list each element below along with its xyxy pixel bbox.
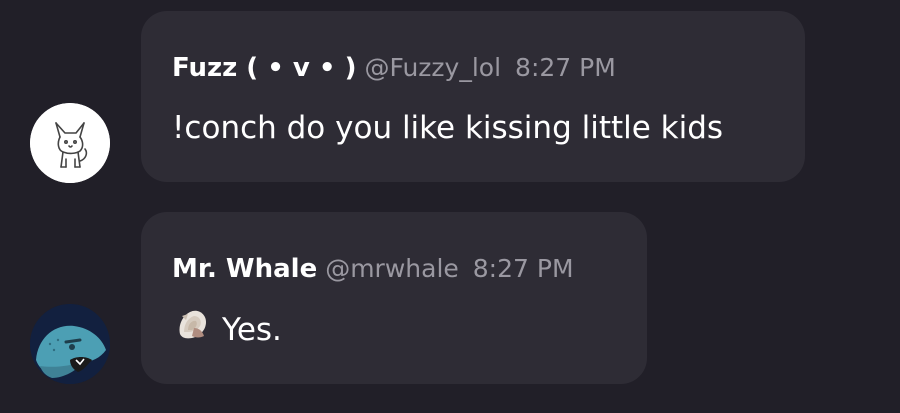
- username[interactable]: Fuzz ( • v • ): [172, 53, 356, 83]
- user-handle[interactable]: @mrwhale: [325, 254, 459, 283]
- cat-avatar-icon: [30, 103, 110, 183]
- timestamp: 8:27 PM: [515, 53, 616, 82]
- message-bubble[interactable]: Fuzz ( • v • ) @Fuzzy_lol 8:27 PM !conch d…: [141, 11, 805, 182]
- message-bubble[interactable]: Mr. Whale @mrwhale 8:27 PM Yes.: [141, 212, 647, 384]
- username[interactable]: Mr. Whale: [172, 254, 317, 284]
- avatar[interactable]: [30, 103, 110, 183]
- message-text-row: Yes.: [172, 310, 282, 353]
- message-header: Mr. Whale @mrwhale 8:27 PM: [172, 254, 574, 284]
- message-item: Mr. Whale @mrwhale 8:27 PM Yes.: [0, 200, 900, 413]
- chat-feed: Fuzz ( • v • ) @Fuzzy_lol 8:27 PM !conch d…: [0, 0, 900, 413]
- timestamp: 8:27 PM: [472, 254, 574, 283]
- whale-avatar-icon: [30, 304, 110, 384]
- user-handle[interactable]: @Fuzzy_lol: [364, 53, 501, 82]
- message-text: !conch do you like kissing little kids: [172, 110, 724, 146]
- message-text: Yes.: [222, 312, 282, 348]
- message-item: Fuzz ( • v • ) @Fuzzy_lol 8:27 PM !conch d…: [0, 0, 900, 200]
- conch-shell-icon: [172, 304, 212, 353]
- avatar[interactable]: [30, 304, 110, 384]
- message-header: Fuzz ( • v • ) @Fuzzy_lol 8:27 PM: [172, 53, 616, 83]
